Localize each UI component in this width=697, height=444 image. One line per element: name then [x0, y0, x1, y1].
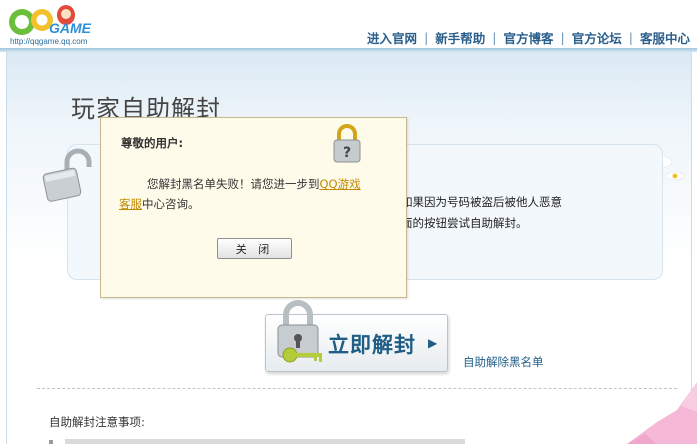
notes-divider [37, 388, 677, 389]
dialog-message: 您解封黑名单失败！请您进一步到QQ游戏 客服中心咨询。 [119, 174, 389, 214]
nav-official-forum[interactable]: 官方论坛 [565, 28, 629, 47]
svg-text:?: ? [343, 145, 351, 161]
unlock-failed-dialog: 尊敬的用户: ? 您解封黑名单失败！请您进一步到QQ游戏 客服中心咨询。 关 闭 [100, 117, 407, 298]
top-bar: GAME http://qqgame.qq.com 进入官网 | 新手帮助 | … [0, 0, 697, 52]
unlock-now-button[interactable]: 立即解封 ▶ [265, 300, 448, 372]
info-line: 如果因为号码被盗后被他人恶意 [401, 195, 562, 209]
dialog-title: 尊敬的用户: [121, 136, 184, 150]
info-line: 面的按钮尝试自助解封。 [401, 216, 528, 230]
lock-icon: ? [330, 122, 364, 166]
nav-beginner-help[interactable]: 新手帮助 [428, 28, 492, 47]
notes-title: 自助解封注意事项: [49, 415, 145, 429]
corner-decoration [627, 382, 697, 444]
remove-blacklist-link[interactable]: 自助解除黑名单 [463, 354, 544, 370]
svg-text:GAME: GAME [49, 20, 92, 36]
service-link[interactable]: 客服 [119, 197, 142, 211]
nav-official-blog[interactable]: 官方博客 [497, 28, 561, 47]
nav-service-center[interactable]: 客服中心 [633, 28, 697, 47]
arrow-right-icon: ▶ [428, 336, 438, 350]
close-button[interactable]: 关 闭 [217, 238, 292, 259]
info-text: 如果因为号码被盗后被他人恶意 面的按钮尝试自助解封。 [401, 192, 631, 234]
qqgame-link[interactable]: QQ游戏 [320, 177, 361, 191]
unlock-button-label: 立即解封 [328, 333, 416, 357]
dialog-message-text: 您解封黑名单失败！请您进一步到 [147, 177, 320, 191]
lock-key-icon [270, 293, 328, 369]
logo-url-text: http://qqgame.qq.com [10, 37, 88, 46]
lock-icon [37, 147, 93, 205]
dialog-message-end: 中心咨询。 [142, 197, 200, 211]
notes-item-clipped [49, 435, 489, 444]
top-navigation: 进入官网 | 新手帮助 | 官方博客 | 官方论坛 | 客服中心 [360, 28, 697, 46]
nav-official-site[interactable]: 进入官网 [360, 28, 424, 47]
